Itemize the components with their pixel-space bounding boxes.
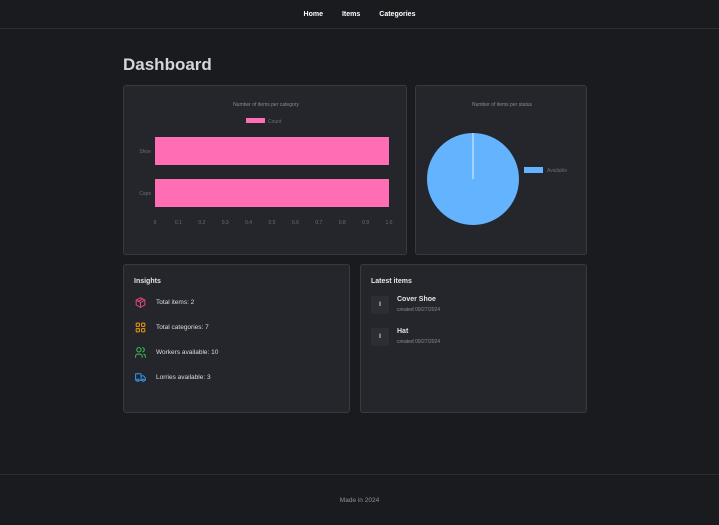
legend-label-count: Count bbox=[268, 119, 282, 125]
latest-item[interactable]: I Hat created 09/27/2024 bbox=[371, 328, 440, 346]
insight-lorries: Lorries available: 3 bbox=[134, 371, 211, 384]
box-icon bbox=[135, 297, 146, 308]
x-tick-label: 1.0 bbox=[386, 220, 393, 226]
status-chart-title: Number of items per status bbox=[472, 102, 533, 108]
category-chart-title: Number of items per category bbox=[233, 102, 299, 108]
status-chart-card: Number of items per status Available bbox=[415, 85, 587, 255]
x-tick-label: 0 bbox=[154, 220, 157, 226]
truck-icon bbox=[135, 373, 146, 382]
category-icon bbox=[135, 322, 146, 333]
x-tick-label: 0.5 bbox=[269, 220, 276, 226]
bar-shoe bbox=[155, 137, 389, 165]
insights-title: Insights bbox=[134, 278, 161, 285]
page-title: Dashboard bbox=[123, 55, 212, 74]
footer: Made in 2024 bbox=[0, 474, 719, 525]
item-avatar: I bbox=[371, 296, 389, 314]
status-pie-chart: Number of items per status Available bbox=[427, 102, 567, 225]
x-tick-label: 0.9 bbox=[362, 220, 369, 226]
bar-caps bbox=[155, 179, 389, 207]
top-navigation: Home Items Categories bbox=[0, 0, 719, 29]
latest-item-name: Hat bbox=[397, 328, 409, 335]
insight-text: Workers available: 10 bbox=[156, 349, 219, 356]
footer-text: Made in 2024 bbox=[339, 496, 380, 504]
latest-items-title: Latest items bbox=[371, 278, 412, 285]
latest-item-name: Cover Shoe bbox=[397, 296, 436, 303]
x-tick-label: 0.6 bbox=[292, 220, 299, 226]
latest-items-card: Latest items I Cover Shoe created 09/27/… bbox=[360, 264, 587, 413]
x-tick-label: 0.1 bbox=[175, 220, 182, 226]
x-tick-label: 0.8 bbox=[339, 220, 346, 226]
latest-item-date: created 09/27/2024 bbox=[397, 307, 441, 313]
x-tick-label: 0.2 bbox=[198, 220, 205, 226]
item-avatar: I bbox=[371, 328, 389, 346]
insight-text: Total categories: 7 bbox=[156, 324, 209, 331]
nav-home-link[interactable]: Home bbox=[302, 11, 325, 18]
x-tick-label: 0.7 bbox=[315, 220, 322, 226]
users-icon bbox=[135, 347, 146, 358]
x-tick-label: 0.3 bbox=[222, 220, 229, 226]
latest-item-date: created 09/27/2024 bbox=[397, 339, 441, 345]
category-bar-chart: Number of items per category Count Shoe C… bbox=[139, 102, 393, 226]
x-tick-label: 0.4 bbox=[245, 220, 252, 226]
legend-swatch-available bbox=[524, 167, 543, 173]
latest-item[interactable]: I Cover Shoe created 09/27/2024 bbox=[371, 296, 440, 314]
insight-text: Lorries available: 3 bbox=[156, 374, 211, 381]
insight-workers: Workers available: 10 bbox=[134, 346, 218, 359]
insight-total-categories: Total categories: 7 bbox=[134, 321, 209, 334]
nav-items-link[interactable]: Items bbox=[340, 11, 362, 18]
legend-swatch-count bbox=[246, 118, 265, 123]
insights-card: Insights Total items: 2 Total categories… bbox=[123, 264, 350, 413]
legend-label-available: Available bbox=[547, 168, 567, 174]
category-chart-card: Number of items per category Count Shoe C… bbox=[123, 85, 407, 255]
y-tick-label: Shoe bbox=[139, 149, 151, 155]
insight-total-items: Total items: 2 bbox=[134, 296, 194, 309]
nav-categories-link[interactable]: Categories bbox=[377, 11, 417, 18]
insight-text: Total items: 2 bbox=[156, 299, 195, 306]
y-tick-label: Caps bbox=[139, 191, 151, 197]
